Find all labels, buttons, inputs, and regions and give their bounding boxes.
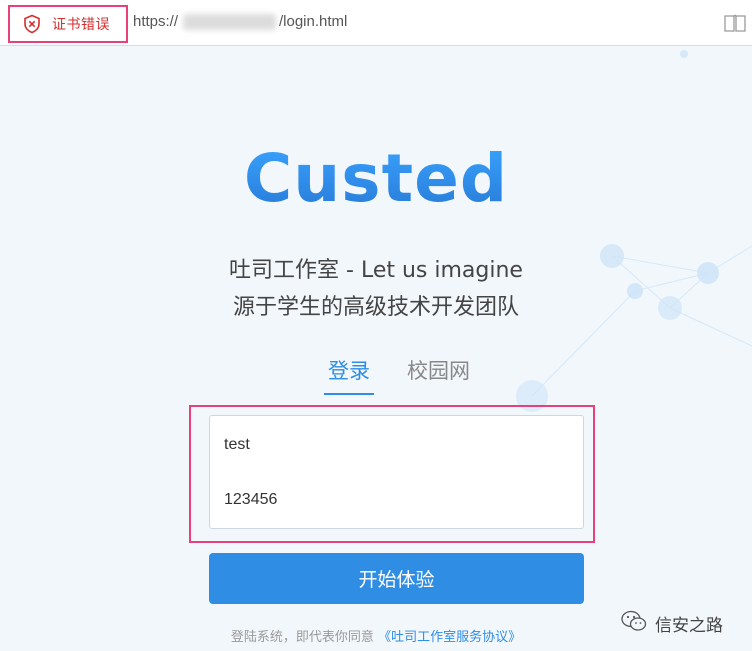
- url-path[interactable]: /login.html: [279, 13, 347, 30]
- service-agreement-link[interactable]: 《吐司工作室服务协议》: [378, 630, 521, 645]
- password-field[interactable]: [224, 491, 564, 509]
- address-bar: 证书错误 https:// /login.html: [0, 0, 752, 46]
- username-field[interactable]: [224, 436, 564, 454]
- tagline-line-2: 源于学生的高级技术开发团队: [232, 295, 519, 320]
- url-host-redacted: [183, 14, 276, 30]
- tab-campus-network[interactable]: 校园网: [407, 355, 470, 393]
- custed-logo: Custed: [0, 140, 752, 217]
- login-tabs: 登录 校园网: [0, 355, 752, 395]
- login-form: [209, 415, 584, 529]
- watermark-text: 信安之路: [655, 615, 723, 636]
- watermark: 信安之路: [619, 606, 723, 640]
- reader-mode-icon[interactable]: [723, 13, 747, 33]
- cert-error-label: 证书错误: [52, 17, 110, 33]
- tagline-line-1: 吐司工作室 - Let us imagine: [229, 258, 523, 283]
- wechat-icon: [619, 606, 649, 640]
- agreement-text: 登陆系统，即代表你同意: [230, 630, 374, 645]
- tab-login[interactable]: 登录: [324, 355, 374, 395]
- shield-x-icon: [22, 14, 42, 34]
- start-button[interactable]: 开始体验: [209, 553, 584, 604]
- url-prefix[interactable]: https://: [133, 13, 178, 30]
- cert-error-indicator[interactable]: 证书错误: [8, 5, 128, 43]
